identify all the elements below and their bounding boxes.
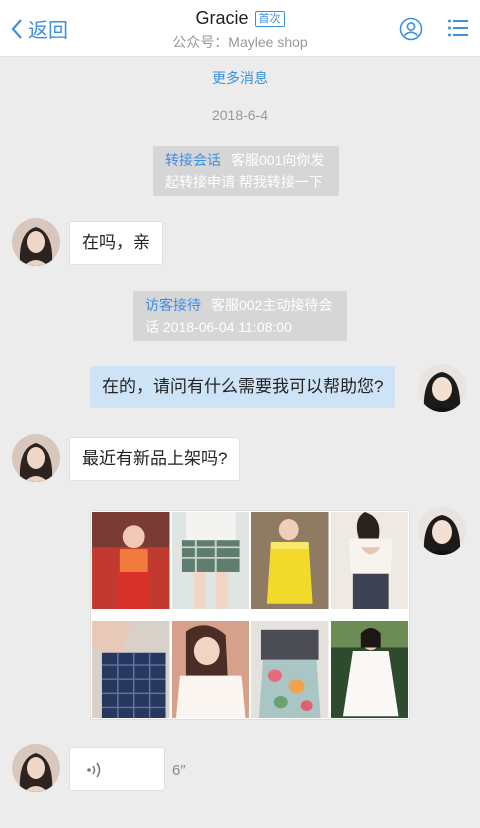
- avatar-image: [12, 744, 60, 792]
- product-photo[interactable]: [330, 621, 409, 718]
- account-subtitle: 公众号：Maylee shop: [172, 34, 308, 50]
- avatar-image: [12, 434, 60, 482]
- agent-avatar[interactable]: [418, 364, 466, 412]
- system-notice-reception: 访客接待 客服002主动接待会 话 2018-06-04 11:08:00: [133, 291, 347, 341]
- date-separator: 2018-6-4: [211, 107, 269, 123]
- list-icon: [448, 19, 468, 37]
- back-button[interactable]: 返回: [10, 14, 68, 43]
- message-bubble-incoming: 最近有新品上架吗?: [69, 437, 241, 481]
- voice-message-bubble[interactable]: [69, 747, 165, 791]
- agent-avatar[interactable]: [418, 507, 466, 555]
- avatar-image: [418, 364, 466, 412]
- product-photo[interactable]: [92, 512, 170, 609]
- notice-text: 客服001向你发: [231, 152, 325, 168]
- contact-name: Gracie: [195, 8, 249, 28]
- voice-duration: 6″: [172, 762, 186, 779]
- notice-tag[interactable]: 转接会话: [165, 152, 221, 168]
- avatar-image: [12, 218, 60, 266]
- avatar-image: [418, 507, 466, 555]
- product-photo[interactable]: [171, 621, 250, 718]
- product-photo[interactable]: [171, 512, 250, 609]
- contact-avatar[interactable]: [12, 744, 60, 792]
- contact-avatar[interactable]: [12, 218, 60, 266]
- message-bubble-outgoing: 在的，请问有什么需要我可以帮助您?: [90, 366, 396, 408]
- back-label: 返回: [28, 20, 68, 42]
- menu-button[interactable]: [447, 17, 469, 44]
- top-bar: 返回 Gracie 首次 公众号：Maylee shop: [0, 0, 480, 57]
- notice-text: 话 2018-06-04 11:08:00: [145, 319, 292, 335]
- load-more-link[interactable]: 更多消息: [0, 68, 480, 88]
- notice-text: 起转接申请 帮我转接一下: [165, 174, 323, 190]
- voice-wave-icon: [87, 762, 101, 778]
- product-photo[interactable]: [251, 621, 329, 718]
- user-icon: [399, 17, 423, 41]
- chevron-left-icon: [11, 18, 22, 39]
- product-photo[interactable]: [251, 512, 329, 609]
- profile-button[interactable]: [399, 17, 423, 46]
- product-photo[interactable]: [330, 512, 409, 609]
- system-notice-transfer: 转接会话 客服001向你发 起转接申请 帮我转接一下: [153, 146, 339, 196]
- contact-avatar[interactable]: [12, 434, 60, 482]
- notice-text: 客服002主动接待会: [211, 297, 333, 313]
- first-visit-badge: 首次: [254, 10, 285, 27]
- message-bubble-incoming: 在吗，亲: [69, 221, 163, 265]
- product-photo[interactable]: [92, 621, 170, 718]
- chat-title-block: Gracie 首次 公众号：Maylee shop: [120, 8, 360, 52]
- notice-tag[interactable]: 访客接待: [145, 297, 201, 313]
- product-image-grid[interactable]: [90, 510, 410, 720]
